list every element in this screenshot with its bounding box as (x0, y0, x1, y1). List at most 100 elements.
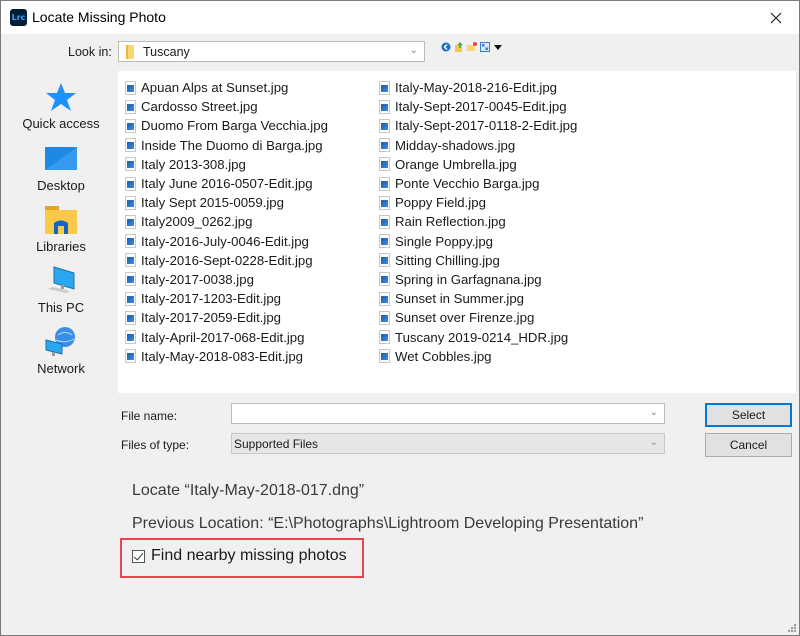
file-name: Italy-Sept-2017-0118-2-Edit.jpg (395, 118, 578, 134)
image-file-icon (125, 118, 136, 133)
file-item[interactable]: Italy-2016-July-0046-Edit.jpg (125, 232, 328, 251)
image-file-icon (125, 234, 136, 249)
file-item[interactable]: Italy-2017-1203-Edit.jpg (125, 289, 328, 308)
close-button[interactable] (753, 1, 799, 34)
image-file-icon (379, 330, 390, 345)
locate-missing-photo-dialog: Lrc Locate Missing Photo Look in: Tuscan… (0, 0, 800, 636)
file-item[interactable]: Midday-shadows.jpg (379, 136, 577, 155)
look-in-label: Look in: (68, 45, 112, 59)
select-button[interactable]: Select (705, 403, 792, 427)
file-column-2: Italy-May-2018-216-Edit.jpg Italy-Sept-20… (379, 78, 577, 366)
file-name: Italy-2017-1203-Edit.jpg (141, 291, 282, 307)
file-item[interactable]: Rain Reflection.jpg (379, 212, 577, 231)
file-item[interactable]: Single Poppy.jpg (379, 232, 577, 251)
file-item[interactable]: Italy-Sept-2017-0118-2-Edit.jpg (379, 116, 577, 135)
file-item[interactable]: Duomo From Barga Vecchia.jpg (125, 116, 328, 135)
file-name: Italy-2017-0038.jpg (141, 271, 254, 287)
place-label: Libraries (36, 239, 86, 254)
file-item[interactable]: Italy-April-2017-068-Edit.jpg (125, 327, 328, 346)
look-in-dropdown[interactable]: Tuscany ⌄ (118, 41, 425, 62)
file-item[interactable]: Sunset over Firenze.jpg (379, 308, 577, 327)
image-file-icon (379, 234, 390, 249)
file-name: Italy-April-2017-068-Edit.jpg (141, 329, 305, 345)
file-item[interactable]: Italy Sept 2015-0059.jpg (125, 193, 328, 212)
chevron-down-icon[interactable]: ⌄ (650, 407, 658, 418)
image-file-icon (379, 253, 390, 268)
file-name: Duomo From Barga Vecchia.jpg (141, 118, 328, 134)
file-name: Italy-2016-July-0046-Edit.jpg (141, 233, 309, 249)
up-folder-icon[interactable] (454, 42, 464, 52)
file-item[interactable]: Italy-Sept-2017-0045-Edit.jpg (379, 97, 577, 116)
place-network[interactable]: Network (8, 326, 114, 376)
image-file-icon (125, 330, 136, 345)
file-item[interactable]: Tuscany 2019-0214_HDR.jpg (379, 327, 577, 346)
new-folder-icon[interactable] (467, 42, 477, 52)
file-item[interactable]: Italy2009_0262.jpg (125, 212, 328, 231)
image-file-icon (125, 349, 136, 364)
image-file-icon (379, 214, 390, 229)
file-item[interactable]: Poppy Field.jpg (379, 193, 577, 212)
file-name: Ponte Vecchio Barga.jpg (395, 176, 540, 192)
file-name: Italy-2017-2059-Edit.jpg (141, 310, 282, 326)
file-item[interactable]: Apuan Alps at Sunset.jpg (125, 78, 328, 97)
image-file-icon (125, 310, 136, 325)
file-item[interactable]: Italy-May-2018-083-Edit.jpg (125, 347, 328, 366)
resize-grip-icon[interactable] (788, 624, 796, 632)
image-file-icon (379, 118, 390, 133)
place-desktop[interactable]: Desktop (8, 143, 114, 193)
file-item[interactable]: Italy-2017-2059-Edit.jpg (125, 308, 328, 327)
file-name: Inside The Duomo di Barga.jpg (141, 137, 323, 153)
file-name: Italy-2016-Sept-0228-Edit.jpg (141, 252, 313, 268)
place-libraries[interactable]: Libraries (8, 204, 114, 254)
file-name-input[interactable]: ⌄ (231, 403, 665, 424)
find-nearby-checkbox-row[interactable]: Find nearby missing photos (132, 547, 347, 565)
image-file-icon (125, 272, 136, 287)
image-file-icon (125, 253, 136, 268)
close-icon (770, 12, 782, 23)
file-item[interactable]: Italy June 2016-0507-Edit.jpg (125, 174, 328, 193)
place-label: Network (37, 361, 85, 376)
file-name: Cardosso Street.jpg (141, 99, 258, 115)
file-item[interactable]: Ponte Vecchio Barga.jpg (379, 174, 577, 193)
file-name-label: File name: (121, 409, 178, 423)
find-nearby-label: Find nearby missing photos (151, 547, 347, 564)
place-quick-access[interactable]: Quick access (8, 81, 114, 131)
file-item[interactable]: Italy 2013-308.jpg (125, 155, 328, 174)
image-file-icon (379, 195, 390, 210)
file-item[interactable]: Orange Umbrella.jpg (379, 155, 577, 174)
navigation-toolbar (441, 42, 503, 52)
image-file-icon (379, 272, 390, 287)
find-nearby-checkbox[interactable] (132, 549, 145, 563)
image-file-icon (125, 214, 136, 229)
file-item[interactable]: Sunset in Summer.jpg (379, 289, 577, 308)
files-of-type-select[interactable]: Supported Files ⌄ (231, 433, 665, 454)
network-icon (45, 327, 75, 356)
image-file-icon (125, 80, 136, 95)
file-item[interactable]: Sitting Chilling.jpg (379, 251, 577, 270)
desktop-icon (45, 147, 77, 170)
window-title: Locate Missing Photo (32, 9, 166, 25)
cancel-button[interactable]: Cancel (705, 433, 792, 457)
file-name: Italy-May-2018-216-Edit.jpg (395, 80, 557, 96)
back-icon[interactable] (441, 42, 451, 52)
file-item[interactable]: Spring in Garfagnana.jpg (379, 270, 577, 289)
file-item[interactable]: Cardosso Street.jpg (125, 97, 328, 116)
file-item[interactable]: Inside The Duomo di Barga.jpg (125, 136, 328, 155)
file-name: Rain Reflection.jpg (395, 214, 506, 230)
file-item[interactable]: Italy-2017-0038.jpg (125, 270, 328, 289)
file-name: Midday-shadows.jpg (395, 137, 516, 153)
file-name: Italy2009_0262.jpg (141, 214, 253, 230)
image-file-icon (125, 138, 136, 153)
file-list[interactable]: Apuan Alps at Sunset.jpg Cardosso Street.… (118, 71, 796, 393)
file-item[interactable]: Italy-May-2018-216-Edit.jpg (379, 78, 577, 97)
file-item[interactable]: Wet Cobbles.jpg (379, 347, 577, 366)
file-name: Italy-May-2018-083-Edit.jpg (141, 348, 303, 364)
place-this-pc[interactable]: This PC (8, 265, 114, 315)
image-file-icon (379, 310, 390, 325)
file-column-1: Apuan Alps at Sunset.jpg Cardosso Street.… (125, 78, 328, 366)
image-file-icon (379, 291, 390, 306)
places-bar: Quick access Desktop Libraries This PC N… (8, 71, 114, 395)
view-menu-icon[interactable] (480, 42, 490, 52)
dropdown-arrow-icon[interactable] (493, 42, 503, 52)
file-item[interactable]: Italy-2016-Sept-0228-Edit.jpg (125, 251, 328, 270)
